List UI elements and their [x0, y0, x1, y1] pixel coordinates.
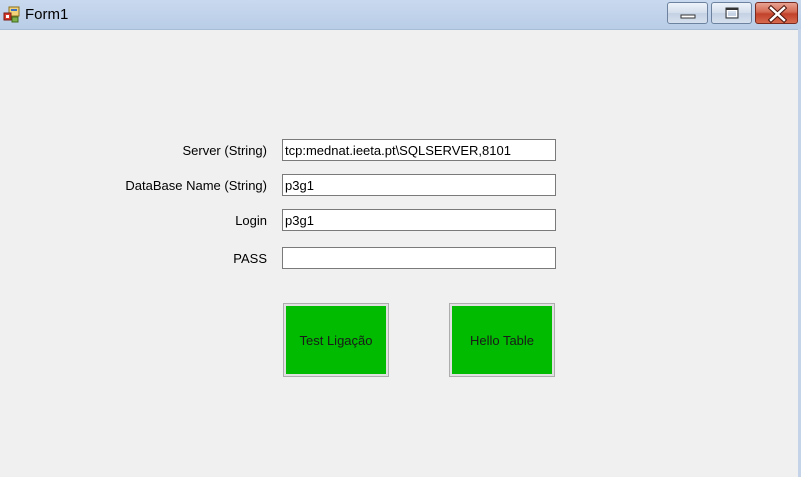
close-button[interactable]: [755, 2, 798, 24]
login-label: Login: [235, 213, 267, 228]
test-connection-button[interactable]: Test Ligação: [286, 306, 386, 374]
hello-table-button-frame: Hello Table: [449, 303, 555, 377]
window-title: Form1: [25, 6, 69, 23]
minimize-icon: [680, 14, 696, 19]
maximize-button[interactable]: [711, 2, 752, 24]
login-input[interactable]: [282, 209, 556, 231]
server-label: Server (String): [182, 143, 267, 158]
close-icon: [767, 4, 788, 24]
window-titlebar[interactable]: Form1: [0, 0, 801, 30]
minimize-button[interactable]: [667, 2, 708, 24]
winforms-app-icon: [3, 6, 20, 23]
server-input[interactable]: [282, 139, 556, 161]
password-input[interactable]: [282, 247, 556, 269]
database-name-label: DataBase Name (String): [125, 178, 267, 193]
password-label: PASS: [233, 251, 267, 266]
test-connection-button-frame: Test Ligação: [283, 303, 389, 377]
database-name-input[interactable]: [282, 174, 556, 196]
hello-table-button[interactable]: Hello Table: [452, 306, 552, 374]
maximize-icon: [725, 7, 739, 19]
